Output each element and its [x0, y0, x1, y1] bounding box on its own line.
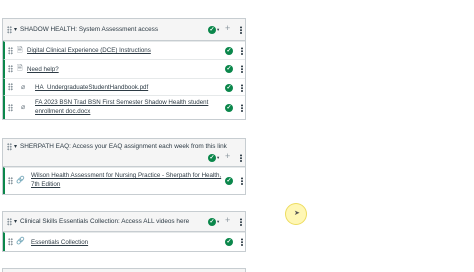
- item-options-icon[interactable]: [241, 65, 243, 73]
- drag-handle-icon[interactable]: [8, 46, 13, 55]
- publish-dropdown-caret-icon: ▾: [217, 219, 220, 224]
- module-item-link-line1[interactable]: Wilson Health Assessment for Nursing Pra…: [31, 171, 221, 180]
- published-check-icon: ✓: [208, 154, 216, 162]
- module-header[interactable]: ▾ SHADOW HEALTH: System Assessment acces…: [3, 19, 245, 41]
- module-item[interactable]: ⌀ HA_UndergraduateStudentHandbook.pdf ✓: [3, 78, 245, 95]
- attachment-icon: ⌀: [21, 104, 26, 111]
- published-check-icon[interactable]: ✓: [225, 47, 233, 55]
- module-item-link-line2[interactable]: enrollment doc.docx: [35, 107, 90, 116]
- module-item-link[interactable]: Need help?: [27, 65, 59, 74]
- item-options-icon[interactable]: [241, 47, 243, 55]
- drag-handle-icon[interactable]: [7, 218, 12, 226]
- drag-handle-icon[interactable]: [8, 83, 13, 91]
- published-check-icon[interactable]: ✓: [225, 84, 233, 92]
- publish-dropdown-caret-icon: ▾: [217, 155, 220, 160]
- drag-handle-icon[interactable]: [7, 143, 12, 151]
- published-check-icon: ✓: [208, 26, 216, 34]
- add-item-icon[interactable]: +: [225, 216, 230, 225]
- published-check-icon[interactable]: ✓: [225, 65, 233, 73]
- module-title: SHERPATH EAQ: Access your EAQ assignment…: [20, 143, 227, 150]
- item-options-icon[interactable]: [241, 104, 243, 112]
- module-title: SHADOW HEALTH: System Assessment access: [20, 26, 159, 33]
- item-options-icon[interactable]: [241, 238, 243, 246]
- item-options-icon[interactable]: [241, 84, 243, 92]
- published-check-icon: ✓: [208, 218, 216, 226]
- publish-dropdown-caret-icon: ▾: [217, 27, 220, 32]
- collapse-caret-icon[interactable]: ▾: [14, 219, 17, 225]
- module-options-icon[interactable]: [240, 26, 242, 34]
- drag-handle-icon[interactable]: [8, 177, 13, 185]
- module-clinical-skills: ▾ Clinical Skills Essentials Collection:…: [2, 211, 246, 252]
- module-item-link-line2[interactable]: 7th Edition: [31, 180, 60, 189]
- module-item-link-line1[interactable]: FA 2023 BSN Trad BSN First Semester Shad…: [35, 98, 208, 107]
- collapse-caret-icon[interactable]: ▾: [14, 144, 17, 150]
- module-item-link[interactable]: Essentials Collection: [31, 238, 88, 247]
- module-header[interactable]: ▾ Clinical Skills Essentials Collection:…: [3, 212, 245, 232]
- drag-handle-icon[interactable]: [8, 238, 13, 246]
- collapse-caret-icon[interactable]: ▾: [14, 27, 17, 33]
- module-item[interactable]: 🗎 Need help? ✓: [3, 59, 245, 78]
- module-options-icon[interactable]: [240, 218, 242, 226]
- published-check-icon[interactable]: ✓: [225, 177, 233, 185]
- add-item-icon[interactable]: +: [225, 24, 230, 33]
- attachment-icon: ⌀: [21, 84, 26, 91]
- item-options-icon[interactable]: [241, 177, 243, 185]
- publish-status-button[interactable]: ✓ ▾: [208, 26, 219, 34]
- mouse-cursor-icon: ➤: [294, 210, 300, 217]
- published-check-icon[interactable]: ✓: [225, 104, 233, 112]
- module-sherpath-eaq: ▾ SHERPATH EAQ: Access your EAQ assignme…: [2, 138, 246, 195]
- publish-status-button[interactable]: ✓ ▾: [208, 218, 219, 226]
- page-icon: 🗎: [17, 47, 23, 54]
- link-icon: 🔗: [16, 177, 25, 184]
- page-icon: 🗎: [17, 65, 23, 72]
- module-shadow-health: ▾ SHADOW HEALTH: System Assessment acces…: [2, 18, 246, 120]
- module-title: Clinical Skills Essentials Collection: A…: [20, 218, 190, 225]
- published-check-icon[interactable]: ✓: [225, 238, 233, 246]
- module-item-link[interactable]: HA_UndergraduateStudentHandbook.pdf: [35, 83, 148, 92]
- next-module-edge: [2, 268, 246, 272]
- module-item[interactable]: 🗎 Digital Clinical Experience (DCE) Inst…: [3, 41, 245, 59]
- module-item[interactable]: 🔗 Essentials Collection ✓: [3, 232, 245, 251]
- drag-handle-icon[interactable]: [8, 65, 13, 73]
- drag-handle-icon[interactable]: [7, 26, 12, 34]
- module-item-link[interactable]: Digital Clinical Experience (DCE) Instru…: [27, 46, 151, 55]
- module-item[interactable]: 🔗 Wilson Health Assessment for Nursing P…: [3, 167, 245, 194]
- module-header[interactable]: ▾ SHERPATH EAQ: Access your EAQ assignme…: [3, 139, 245, 167]
- module-item[interactable]: ⌀ FA 2023 BSN Trad BSN First Semester Sh…: [3, 95, 245, 119]
- add-item-icon[interactable]: +: [225, 152, 230, 161]
- drag-handle-icon[interactable]: [8, 103, 13, 112]
- module-options-icon[interactable]: [240, 154, 242, 162]
- link-icon: 🔗: [16, 238, 25, 245]
- publish-status-button[interactable]: ✓ ▾: [208, 154, 219, 162]
